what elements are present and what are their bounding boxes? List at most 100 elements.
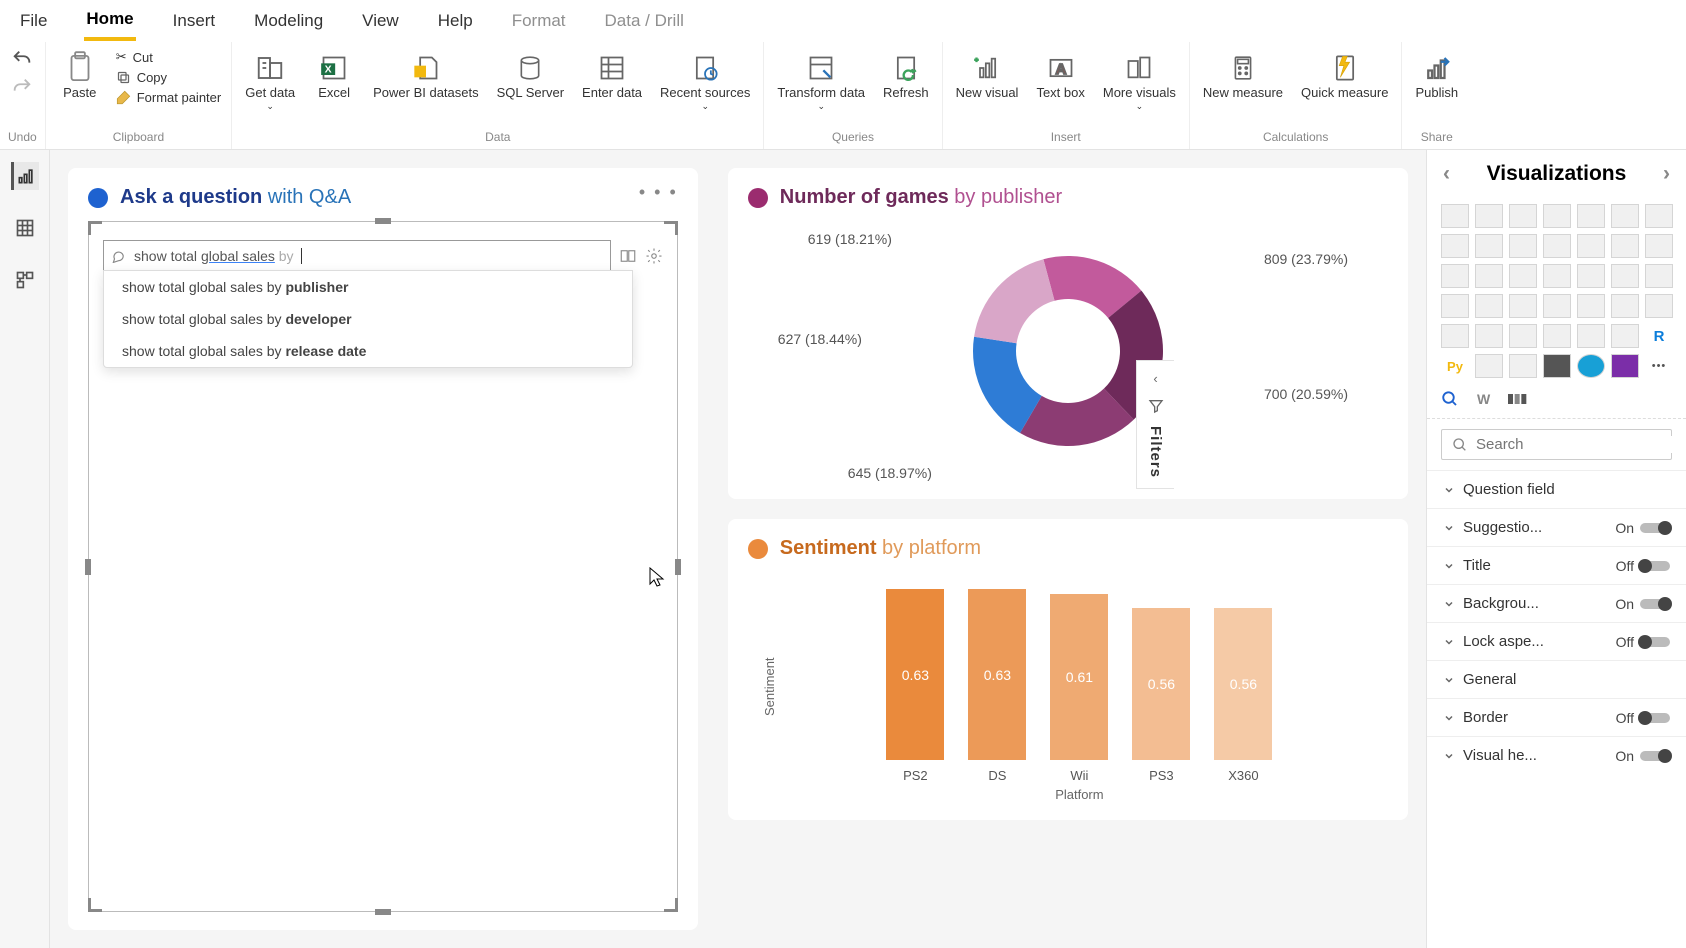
viz-type-button[interactable] <box>1645 294 1673 318</box>
viz-type-button[interactable] <box>1475 264 1503 288</box>
viz-search[interactable] <box>1441 429 1672 460</box>
viz-type-button[interactable]: Py <box>1441 354 1469 378</box>
menu-home[interactable]: Home <box>84 1 135 41</box>
paste-button[interactable]: Paste <box>56 48 104 103</box>
qna-input[interactable]: show total global sales by <box>103 240 611 272</box>
viz-type-button[interactable] <box>1509 354 1537 378</box>
format-section-suggestio[interactable]: Suggestio...On <box>1427 508 1686 546</box>
viz-type-button[interactable] <box>1577 204 1605 228</box>
menu-file[interactable]: File <box>18 3 49 39</box>
menu-view[interactable]: View <box>360 3 401 39</box>
format-section-title[interactable]: TitleOff <box>1427 546 1686 584</box>
bar-item[interactable]: 0.56PS3 <box>1132 608 1190 783</box>
format-section-question[interactable]: Question field <box>1427 470 1686 508</box>
viz-type-button[interactable] <box>1475 324 1503 348</box>
nav-model-view[interactable] <box>11 266 39 294</box>
text-box-button[interactable]: AText box <box>1033 48 1087 103</box>
toggle-border[interactable]: Off <box>1616 710 1670 726</box>
recent-sources-button[interactable]: Recent sources⌄ <box>657 48 753 113</box>
new-measure-button[interactable]: New measure <box>1200 48 1286 103</box>
viz-type-button[interactable] <box>1509 324 1537 348</box>
viz-type-button[interactable]: R <box>1645 324 1673 348</box>
viz-type-button[interactable] <box>1611 324 1639 348</box>
search-icon[interactable] <box>1441 390 1459 408</box>
viz-type-button[interactable] <box>1611 264 1639 288</box>
viz-type-button[interactable] <box>1543 204 1571 228</box>
viz-type-button[interactable] <box>1543 324 1571 348</box>
menu-format[interactable]: Format <box>510 3 568 39</box>
viz-type-button[interactable] <box>1475 354 1503 378</box>
nav-data-view[interactable] <box>11 214 39 242</box>
viz-type-button[interactable] <box>1577 324 1605 348</box>
viz-type-button[interactable] <box>1441 234 1469 258</box>
viz-type-button[interactable] <box>1441 294 1469 318</box>
publish-button[interactable]: Publish <box>1412 48 1461 103</box>
donut-slice[interactable] <box>974 259 1054 343</box>
chevron-right-icon[interactable]: › <box>1663 162 1670 186</box>
format-section-backgrou[interactable]: Backgrou...On <box>1427 584 1686 622</box>
fields-icon[interactable]: W <box>1477 391 1490 407</box>
format-section-visualhe[interactable]: Visual he...On <box>1427 736 1686 774</box>
filters-pane-collapsed[interactable]: ‹ Filters <box>1136 360 1174 489</box>
qna-suggestion-2[interactable]: show total global sales by developer <box>104 303 632 335</box>
qna-visual[interactable]: Ask a question with Q&A • • • show total… <box>68 168 698 930</box>
format-section-border[interactable]: BorderOff <box>1427 698 1686 736</box>
toggle-lockaspe[interactable]: Off <box>1616 634 1670 650</box>
viz-type-button[interactable] <box>1543 234 1571 258</box>
viz-type-button[interactable] <box>1543 264 1571 288</box>
refresh-button[interactable]: Refresh <box>880 48 932 103</box>
transform-data-button[interactable]: Transform data⌄ <box>774 48 868 113</box>
bar-chart[interactable]: 0.63PS20.63DS0.61Wii0.56PS30.56X360 Plat… <box>781 572 1378 802</box>
viz-type-button[interactable] <box>1577 264 1605 288</box>
more-visuals-button[interactable]: More visuals⌄ <box>1100 48 1179 113</box>
viz-type-button[interactable] <box>1577 354 1605 378</box>
viz-type-button[interactable] <box>1441 324 1469 348</box>
viz-type-button[interactable] <box>1441 264 1469 288</box>
donut-chart[interactable]: 619 (18.21%) 809 (23.79%) 627 (18.44%) 7… <box>748 221 1388 481</box>
bar-item[interactable]: 0.63DS <box>968 589 1026 783</box>
format-icon[interactable] <box>1508 391 1528 407</box>
toggle-title[interactable]: Off <box>1616 558 1670 574</box>
viz-type-button[interactable] <box>1611 294 1639 318</box>
nav-report-view[interactable] <box>11 162 39 190</box>
qna-convert-icon[interactable] <box>619 247 637 265</box>
copy-button[interactable]: Copy <box>116 69 222 86</box>
menu-data-drill[interactable]: Data / Drill <box>603 3 686 39</box>
report-canvas[interactable]: Ask a question with Q&A • • • show total… <box>50 150 1426 948</box>
viz-type-button[interactable] <box>1645 204 1673 228</box>
viz-type-button[interactable]: ••• <box>1645 354 1673 378</box>
viz-type-button[interactable] <box>1509 234 1537 258</box>
menu-insert[interactable]: Insert <box>171 3 218 39</box>
chevron-left-icon[interactable]: ‹ <box>1443 162 1450 186</box>
qna-suggestion-1[interactable]: show total global sales by publisher <box>104 271 632 303</box>
bar-visual[interactable]: Sentiment by platform Sentiment 0.63PS20… <box>728 519 1408 820</box>
toggle-suggestio[interactable]: On <box>1615 520 1670 536</box>
quick-measure-button[interactable]: Quick measure <box>1298 48 1391 103</box>
viz-type-button[interactable] <box>1475 204 1503 228</box>
viz-type-button[interactable] <box>1611 204 1639 228</box>
format-section-lockaspe[interactable]: Lock aspe...Off <box>1427 622 1686 660</box>
viz-type-button[interactable] <box>1577 294 1605 318</box>
viz-type-button[interactable] <box>1577 234 1605 258</box>
viz-type-button[interactable] <box>1509 294 1537 318</box>
viz-search-input[interactable] <box>1476 436 1675 453</box>
viz-type-button[interactable] <box>1543 354 1571 378</box>
new-visual-button[interactable]: New visual <box>953 48 1022 103</box>
viz-type-button[interactable] <box>1441 204 1469 228</box>
viz-type-button[interactable] <box>1509 264 1537 288</box>
bar-item[interactable]: 0.61Wii <box>1050 594 1108 783</box>
bar-item[interactable]: 0.63PS2 <box>886 589 944 783</box>
viz-type-button[interactable] <box>1611 234 1639 258</box>
card-menu-icon[interactable]: • • • <box>639 182 678 203</box>
donut-visual[interactable]: Number of games by publisher 619 (18.21%… <box>728 168 1408 499</box>
redo-button[interactable] <box>11 76 33 98</box>
gear-icon[interactable] <box>645 247 663 265</box>
qna-container[interactable]: show total global sales by show total gl… <box>88 221 678 912</box>
format-painter-button[interactable]: Format painter <box>116 89 222 106</box>
undo-button[interactable] <box>11 48 33 70</box>
sql-button[interactable]: SQL Server <box>494 48 567 103</box>
viz-type-button[interactable] <box>1543 294 1571 318</box>
get-data-button[interactable]: Get data⌄ <box>242 48 298 113</box>
toggle-backgrou[interactable]: On <box>1615 596 1670 612</box>
excel-button[interactable]: XExcel <box>310 48 358 103</box>
